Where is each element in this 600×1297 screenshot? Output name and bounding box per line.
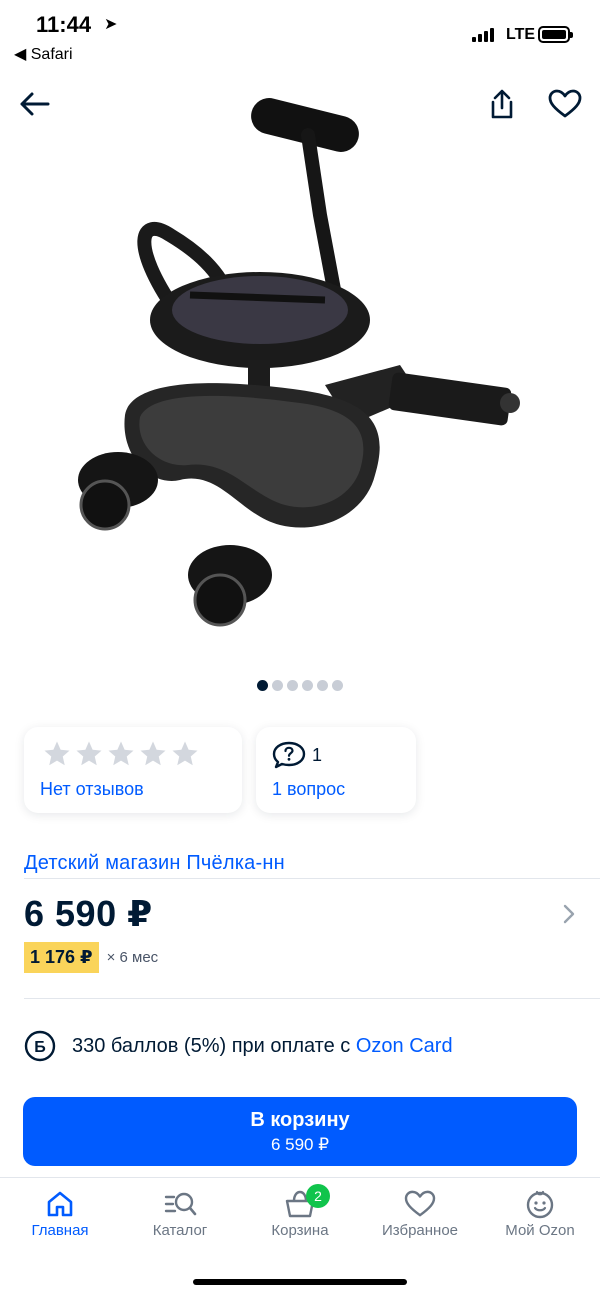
seller-link[interactable]: Детский магазин Пчёлка-нн (24, 852, 285, 875)
tab-catalog-label: Каталог (152, 1222, 208, 1239)
bonus-points-row[interactable]: Б 330 баллов (5%) при оплате с Ozon Card (24, 1030, 453, 1062)
heart-icon (548, 89, 582, 118)
star-empty-icon (172, 741, 198, 766)
divider (24, 878, 600, 879)
tab-cart-label: Корзина (271, 1222, 329, 1239)
battery-icon (538, 26, 573, 43)
heart-icon (404, 1190, 436, 1217)
signal-icon (472, 28, 494, 42)
product-image[interactable] (70, 95, 540, 655)
tab-home[interactable]: Главная (0, 1188, 120, 1239)
divider (24, 998, 600, 999)
profile-smile-icon (526, 1190, 554, 1219)
tab-favorites-label: Избранное (381, 1222, 459, 1239)
gallery-dot[interactable] (317, 680, 328, 691)
tab-catalog[interactable]: Каталог (120, 1188, 240, 1239)
questions-count-row: 1 (272, 741, 322, 769)
add-to-cart-price: 6 590 ₽ (270, 1135, 330, 1154)
installment-term: × 6 мес (106, 949, 159, 966)
bonus-points-icon: Б (24, 1030, 56, 1062)
star-empty-icon (140, 741, 166, 766)
favorite-button[interactable] (545, 84, 585, 124)
tab-my-ozon[interactable]: Мой Ozon (480, 1188, 600, 1239)
question-bubble-icon (272, 741, 306, 769)
tab-my-ozon-label: Мой Ozon (505, 1222, 575, 1239)
gallery-dot[interactable] (302, 680, 313, 691)
back-arrow-icon (20, 92, 50, 116)
home-indicator[interactable] (193, 1279, 407, 1285)
status-time: 11:44 (36, 12, 92, 37)
network-label: LTE (506, 26, 536, 43)
gallery-dot[interactable] (287, 680, 298, 691)
star-empty-icon (44, 741, 70, 766)
back-to-safari-link[interactable]: ◀ Safari (14, 44, 73, 64)
bonus-badge-letter: Б (34, 1039, 46, 1056)
bottom-tab-bar: Главная Каталог 2 Корзина Избранное Мой … (0, 1177, 600, 1247)
ozon-card-link[interactable]: Ozon Card (356, 1035, 453, 1057)
gallery-dot-active[interactable] (257, 680, 268, 691)
status-bar: 11:44 ➤ ◀ Safari LTE (0, 0, 600, 70)
installment-info[interactable]: 1 176 ₽ × 6 мес (24, 942, 158, 973)
questions-link[interactable]: 1 вопрос (272, 779, 345, 800)
questions-card[interactable]: 1 1 вопрос (256, 727, 416, 813)
tab-cart[interactable]: 2 Корзина (240, 1184, 360, 1239)
gallery-pagination[interactable] (0, 680, 600, 691)
star-empty-icon (108, 741, 134, 766)
location-arrow-icon: ➤ (104, 16, 118, 33)
questions-count: 1 (312, 744, 323, 765)
add-to-cart-label: В корзину (250, 1109, 350, 1131)
cart-count-badge: 2 (306, 1184, 330, 1208)
installment-amount: 1 176 ₽ (24, 942, 99, 973)
add-to-cart-button[interactable]: В корзину 6 590 ₽ (23, 1097, 577, 1166)
reviews-card[interactable]: Нет отзывов (24, 727, 242, 813)
chevron-right-icon[interactable] (562, 903, 576, 925)
tab-home-label: Главная (31, 1222, 89, 1239)
gallery-dot[interactable] (332, 680, 343, 691)
tab-favorites[interactable]: Избранное (360, 1188, 480, 1239)
bonus-text: 330 баллов (5%) при оплате с (72, 1034, 351, 1057)
rating-stars (42, 739, 200, 769)
catalog-search-icon (164, 1192, 197, 1216)
back-button[interactable] (14, 84, 54, 124)
gallery-dot[interactable] (272, 680, 283, 691)
home-icon (47, 1191, 73, 1217)
product-price: 6 590 ₽ (24, 893, 153, 934)
reviews-link[interactable]: Нет отзывов (40, 779, 144, 800)
star-empty-icon (76, 741, 102, 766)
